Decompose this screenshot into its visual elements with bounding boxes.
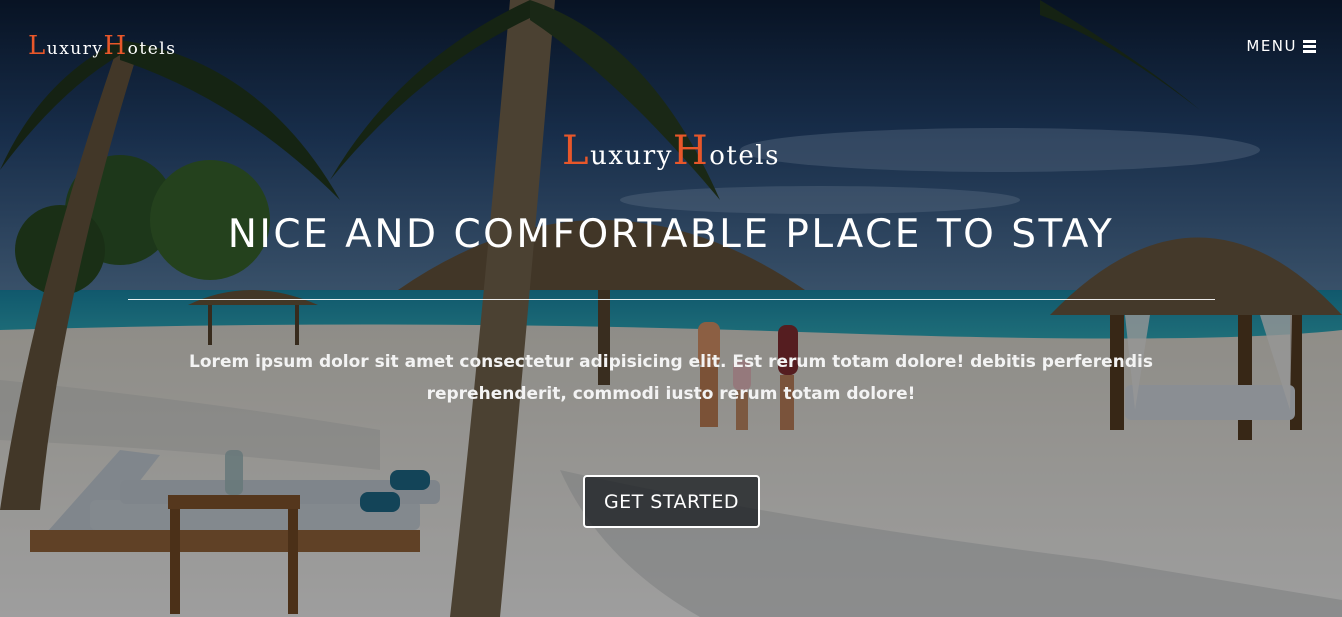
hero-lead-text: Lorem ipsum dolor sit amet consectetur a… [189,352,1153,404]
menu-label: MENU [1246,37,1297,55]
get-started-label: GET STARTED [603,490,740,513]
hero-brand-word-1: uxury [590,141,673,171]
hero-brand-initial-l: L [562,128,591,174]
brand-initial-h: H [103,31,128,61]
get-started-button[interactable]: GET STARTED [583,475,760,528]
hero-divider [128,299,1215,300]
hero-headline: NICE AND COMFORTABLE PLACE TO STAY [227,212,1115,257]
brand-word-1: uxury [46,39,104,59]
hamburger-icon [1303,40,1316,53]
brand-logo[interactable]: LuxuryHotels [28,31,176,61]
hero-brand-initial-h: H [672,128,710,174]
menu-button[interactable]: MENU [1246,37,1316,55]
top-navbar: LuxuryHotels MENU [0,0,1342,90]
hero-brand-logo: LuxuryHotels [0,128,1342,174]
brand-word-2: otels [127,39,177,59]
hero-brand-word-2: otels [709,141,780,171]
brand-initial-l: L [28,31,47,61]
